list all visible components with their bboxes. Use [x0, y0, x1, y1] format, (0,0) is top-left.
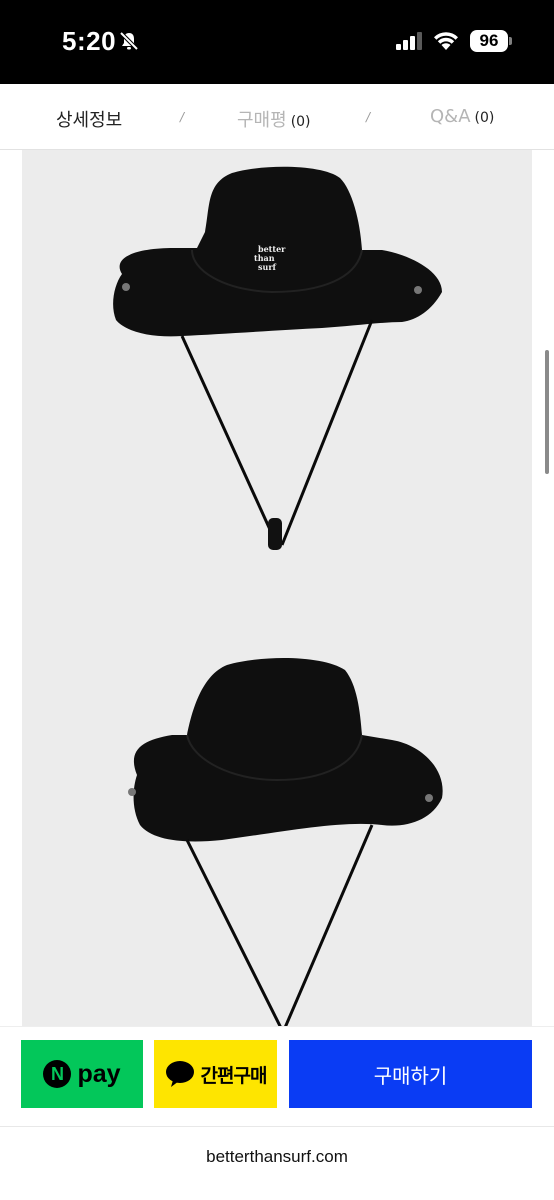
tab-review-count: (0)	[290, 114, 311, 130]
tab-review[interactable]: 구매평 (0)	[237, 106, 311, 132]
status-time: 5:20	[62, 26, 117, 56]
tab-separator: /	[180, 110, 185, 124]
tab-qa[interactable]: Q&A (0)	[430, 106, 494, 127]
kakao-quick-buy-label: 간편구매	[200, 1064, 268, 1087]
scrollbar[interactable]	[545, 350, 549, 474]
battery-tip	[509, 37, 512, 45]
buy-now-button[interactable]: 구매하기	[289, 1040, 532, 1108]
purchase-bar: N pay 간편구매 구매하기	[0, 1026, 554, 1126]
battery-level: 96	[470, 30, 508, 52]
product-page: 상세정보 / 구매평 (0) / Q&A (0) better than sur…	[0, 84, 554, 1200]
browser-url-bar[interactable]: betterthansurf.com	[0, 1126, 554, 1200]
product-image-panel: better than surf	[22, 150, 532, 1026]
tab-separator: /	[366, 110, 371, 124]
buy-now-label: 구매하기	[373, 1063, 448, 1088]
tab-detail-label: 상세정보	[56, 110, 123, 131]
naver-n-icon: N	[43, 1060, 72, 1088]
tab-review-label: 구매평	[237, 110, 287, 131]
hat-logo-text: surf	[258, 262, 277, 272]
bucket-hat-front-image: better than surf	[113, 166, 442, 550]
status-bar: 5:20 96	[0, 0, 554, 84]
wifi-icon	[434, 32, 458, 50]
kakao-quick-buy-button[interactable]: 간편구매	[154, 1040, 277, 1108]
tab-qa-count: (0)	[474, 110, 495, 126]
tab-qa-label: Q&A	[430, 106, 471, 127]
bucket-hat-side-image	[128, 658, 443, 1026]
tab-detail[interactable]: 상세정보	[56, 106, 122, 132]
tab-bar: 상세정보 / 구매평 (0) / Q&A (0)	[0, 84, 554, 150]
bell-muted-icon	[119, 31, 139, 51]
product-detail-content[interactable]: better than surf	[0, 150, 554, 1026]
url-text: betterthansurf.com	[206, 1147, 348, 1166]
naver-pay-label: pay	[77, 1059, 121, 1088]
naver-pay-button[interactable]: N pay	[21, 1040, 143, 1108]
product-photo: better than surf	[113, 166, 443, 1026]
signal-icon	[396, 32, 422, 50]
speech-bubble-icon	[165, 1061, 194, 1087]
